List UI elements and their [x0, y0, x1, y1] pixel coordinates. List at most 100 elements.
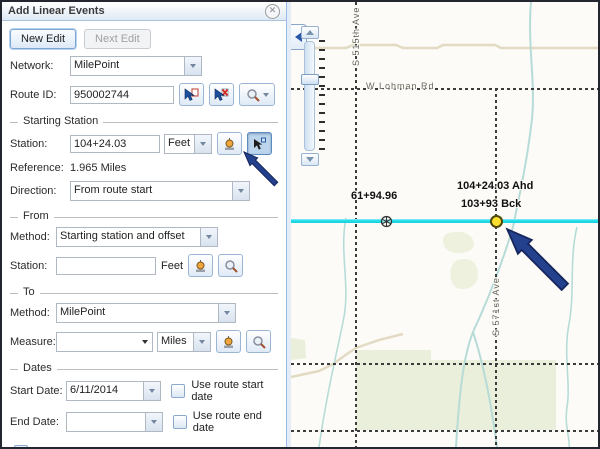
network-select[interactable]: MilePoint — [70, 56, 202, 76]
starting-station-row: Station: 104+24.03 Feet — [10, 132, 278, 155]
select-route-icon — [184, 88, 199, 102]
network-row: Network: MilePoint — [10, 56, 278, 76]
road-label-w-lohman: W Lohman Rd — [366, 81, 435, 91]
starting-station-fieldset: Starting Station — [10, 122, 278, 123]
station-label-mid: 61+94.96 — [351, 190, 397, 202]
to-measure-value — [57, 333, 142, 351]
station-tool-icon — [222, 137, 237, 151]
to-measure-locate-button[interactable] — [216, 330, 241, 353]
zoom-slider-track[interactable] — [304, 41, 315, 151]
to-method-label: Method: — [10, 307, 56, 319]
use-route-start-date-label: Use route start date — [191, 379, 278, 403]
from-station-label: Station: — [10, 260, 56, 272]
panel-body: New Edit Next Edit Network: MilePoint Ro… — [2, 21, 286, 449]
zoom-slider-ticks — [319, 40, 325, 152]
start-date-label: Start Date: — [10, 385, 66, 397]
from-station-input[interactable] — [56, 257, 156, 275]
select-route-button[interactable] — [179, 83, 204, 106]
dates-legend: Dates — [18, 362, 57, 374]
from-station-locate-button[interactable] — [188, 254, 213, 277]
from-legend: From — [18, 210, 54, 222]
to-method-row: Method: MilePoint — [10, 303, 278, 323]
use-route-end-date-label: Use route end date — [193, 410, 278, 434]
from-units-label: Feet — [161, 260, 183, 272]
end-date-row: End Date: Use route end date — [10, 410, 278, 434]
chevron-down-icon[interactable] — [193, 333, 210, 351]
road-horizontal-3 — [291, 430, 598, 432]
station-units-select[interactable]: Feet — [164, 134, 212, 154]
zoom-out-button[interactable] — [301, 153, 319, 166]
start-date-value: 6/11/2014 — [67, 382, 143, 400]
chevron-down-icon[interactable] — [218, 304, 235, 322]
direction-label: Direction: — [10, 185, 70, 197]
from-method-value: Starting station and offset — [57, 228, 200, 246]
to-measure-label: Measure: — [10, 336, 56, 348]
clear-route-selection-button[interactable] — [209, 83, 234, 106]
reference-value: 1.965 Miles — [70, 162, 126, 174]
starting-station-legend: Starting Station — [18, 115, 103, 127]
start-date-picker[interactable]: 6/11/2014 — [66, 381, 161, 401]
to-legend: To — [18, 286, 40, 298]
reference-label: Reference: — [10, 162, 70, 174]
to-measure-row: Measure: Miles — [10, 330, 278, 353]
to-method-select[interactable]: MilePoint — [56, 303, 236, 323]
to-measure-combo[interactable] — [56, 332, 153, 352]
zoom-slider-handle[interactable] — [301, 74, 319, 85]
station-units-value: Feet — [165, 135, 194, 153]
chevron-down-icon[interactable] — [145, 413, 162, 431]
to-method-value: MilePoint — [57, 304, 218, 322]
station-label: Station: — [10, 138, 70, 150]
annotation-arrow — [240, 147, 280, 189]
road-label-s515th: S 515th Ave — [351, 7, 361, 66]
network-label: Network: — [10, 60, 70, 72]
chevron-down-icon[interactable] — [184, 57, 201, 75]
chevron-down-icon — [306, 157, 314, 162]
annotation-arrow — [500, 221, 572, 295]
chevron-down-icon[interactable] — [200, 228, 217, 246]
station-label-ahead: 104+24.03 Ahd — [457, 180, 533, 192]
app-window: Add Linear Events ✕ New Edit Next Edit N… — [0, 0, 600, 449]
end-date-value — [67, 413, 145, 431]
direction-select[interactable]: From route start — [70, 181, 250, 201]
use-route-start-date-checkbox[interactable] — [171, 384, 185, 398]
zoom-in-button[interactable] — [301, 26, 319, 39]
edit-buttons-row: New Edit Next Edit — [10, 29, 278, 49]
route-id-label: Route ID: — [10, 89, 70, 101]
close-icon[interactable]: ✕ — [265, 4, 280, 19]
to-fieldset: To — [10, 293, 278, 294]
direction-row: Direction: From route start — [10, 181, 278, 201]
from-station-row: Station: Feet — [10, 254, 278, 277]
reference-station-marker — [379, 214, 394, 229]
to-zoom-button[interactable] — [246, 330, 271, 353]
chevron-down-icon[interactable] — [142, 333, 153, 351]
station-locate-button[interactable] — [217, 132, 242, 155]
to-units-select[interactable]: Miles — [157, 332, 211, 352]
chevron-down-icon — [263, 93, 269, 97]
route-id-row: Route ID: 950002744 — [10, 83, 278, 106]
new-edit-button[interactable]: New Edit — [10, 29, 76, 49]
use-route-end-date-checkbox[interactable] — [173, 415, 187, 429]
station-tool-icon — [193, 259, 208, 273]
chevron-down-icon[interactable] — [194, 135, 211, 153]
road-s571st-ave — [495, 88, 497, 447]
retire-overlaps-row: Retire overlaps — [14, 445, 276, 449]
from-zoom-button[interactable] — [218, 254, 243, 277]
network-value: MilePoint — [71, 57, 184, 75]
chevron-down-icon[interactable] — [143, 382, 160, 400]
from-method-select[interactable]: Starting station and offset — [56, 227, 218, 247]
next-edit-button: Next Edit — [84, 29, 151, 49]
station-input[interactable]: 104+24.03 — [70, 135, 160, 153]
end-date-label: End Date: — [10, 416, 66, 428]
route-id-input[interactable]: 950002744 — [70, 86, 174, 104]
dates-fieldset: Dates — [10, 369, 278, 370]
magnifier-icon — [224, 259, 238, 273]
magnifier-icon — [246, 88, 260, 102]
zoom-to-route-menu-button[interactable] — [239, 83, 275, 106]
station-label-back: 103+93 Bck — [461, 198, 521, 210]
map-canvas[interactable]: W Lohman Rd S 515th Ave S 571st Ave 61+9… — [291, 2, 598, 447]
add-linear-events-panel: Add Linear Events ✕ New Edit Next Edit N… — [2, 2, 287, 447]
retire-overlaps-checkbox[interactable] — [14, 445, 28, 449]
station-tool-icon — [221, 335, 236, 349]
end-date-picker[interactable] — [66, 412, 163, 432]
road-s515th-ave — [355, 2, 357, 447]
